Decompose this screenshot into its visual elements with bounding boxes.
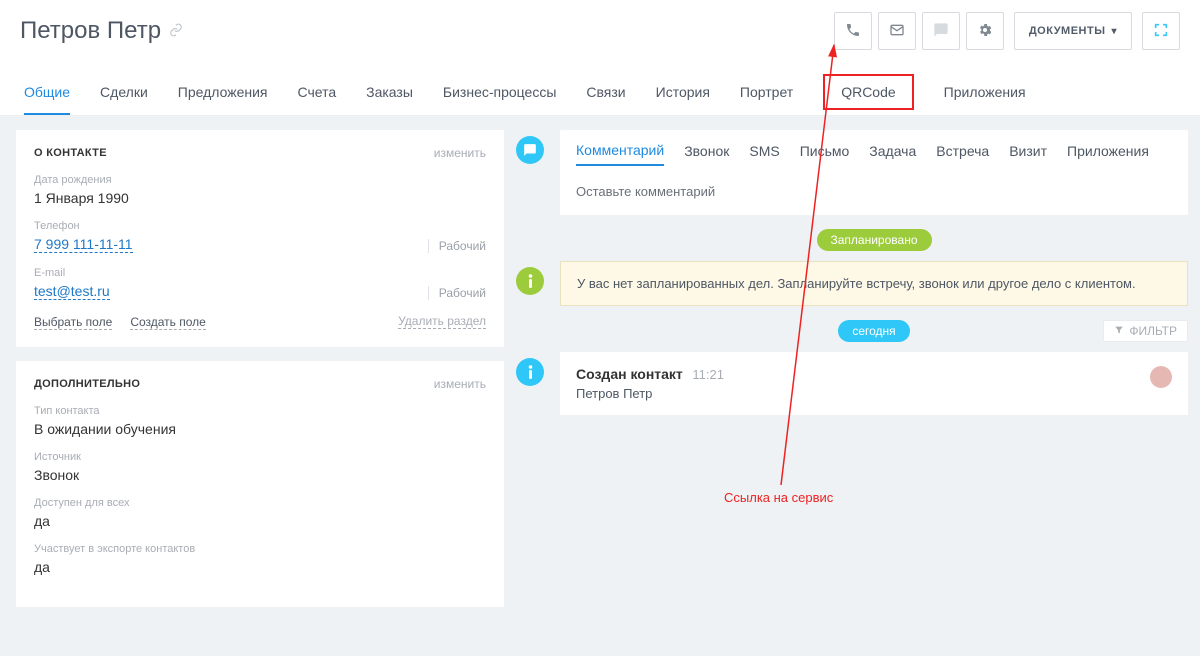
tab-bizproc[interactable]: Бизнес-процессы <box>443 70 556 114</box>
extra-edit[interactable]: изменить <box>434 377 486 391</box>
tab-portrait[interactable]: Портрет <box>740 70 793 114</box>
funnel-icon <box>1114 324 1124 338</box>
extra-card: ДОПОЛНИТЕЛЬНО изменить Тип контакта В ож… <box>16 361 504 607</box>
tab-invoices[interactable]: Счета <box>298 70 337 114</box>
documents-label: ДОКУМЕНТЫ <box>1029 25 1106 37</box>
no-plans-info: У вас нет запланированных дел. Запланиру… <box>560 261 1188 306</box>
compose-box: Комментарий Звонок SMS Письмо Задача Вст… <box>560 130 1188 215</box>
tab-general[interactable]: Общие <box>24 70 70 114</box>
compose-tab-comment[interactable]: Комментарий <box>576 142 664 166</box>
phone-icon <box>845 22 861 41</box>
compose-tab-call[interactable]: Звонок <box>684 143 729 165</box>
about-edit[interactable]: изменить <box>434 146 486 160</box>
compose-input[interactable]: Оставьте комментарий <box>560 174 1188 215</box>
about-card: О КОНТАКТЕ изменить Дата рождения 1 Янва… <box>16 130 504 347</box>
tab-qrcode[interactable]: QRCode <box>823 74 913 110</box>
chat-button[interactable] <box>922 12 960 50</box>
call-button[interactable] <box>834 12 872 50</box>
filter-button[interactable]: ФИЛЬТР <box>1103 320 1188 342</box>
contact-type-value: В ожидании обучения <box>34 421 486 437</box>
phone-value[interactable]: 7 999 111-11-11 <box>34 236 133 253</box>
birth-label: Дата рождения <box>34 174 486 186</box>
source-label: Источник <box>34 451 486 463</box>
fullscreen-button[interactable] <box>1142 12 1180 50</box>
comment-badge-icon <box>516 136 544 164</box>
public-label: Доступен для всех <box>34 497 486 509</box>
tab-orders[interactable]: Заказы <box>366 70 413 114</box>
birth-value: 1 Января 1990 <box>34 190 486 206</box>
source-value: Звонок <box>34 467 486 483</box>
main-tabs: Общие Сделки Предложения Счета Заказы Би… <box>0 68 1200 116</box>
mail-button[interactable] <box>878 12 916 50</box>
tab-apps[interactable]: Приложения <box>944 70 1026 114</box>
chat-icon <box>933 22 949 41</box>
settings-button[interactable] <box>966 12 1004 50</box>
fullscreen-icon <box>1153 22 1169 41</box>
link-icon[interactable] <box>169 23 183 40</box>
phone-type: Рабочий <box>428 239 486 253</box>
export-label: Участвует в экспорте контактов <box>34 543 486 555</box>
compose-tab-sms[interactable]: SMS <box>749 143 779 165</box>
create-field[interactable]: Создать поле <box>130 315 206 330</box>
annotation-text: Ссылка на сервис <box>724 490 833 505</box>
choose-field[interactable]: Выбрать поле <box>34 315 112 330</box>
chevron-down-icon: ▾ <box>1111 26 1117 37</box>
page-title: Петров Петр <box>20 17 161 45</box>
tab-history[interactable]: История <box>656 70 710 114</box>
compose-tab-meeting[interactable]: Встреча <box>936 143 989 165</box>
avatar[interactable] <box>1150 366 1172 388</box>
about-title: О КОНТАКТЕ <box>34 147 107 159</box>
mail-icon <box>889 22 905 41</box>
tab-deals[interactable]: Сделки <box>100 70 148 114</box>
export-value: да <box>34 559 486 575</box>
compose-tab-apps[interactable]: Приложения <box>1067 143 1149 165</box>
timeline-event: Создан контакт 11:21 Петров Петр <box>560 352 1188 415</box>
compose-tab-task[interactable]: Задача <box>869 143 916 165</box>
email-label: E-mail <box>34 267 486 279</box>
public-value: да <box>34 513 486 529</box>
delete-section[interactable]: Удалить раздел <box>398 314 486 329</box>
phone-label: Телефон <box>34 220 486 232</box>
event-time: 11:21 <box>692 367 724 382</box>
contact-type-label: Тип контакта <box>34 405 486 417</box>
email-type: Рабочий <box>428 286 486 300</box>
event-body: Петров Петр <box>576 386 724 401</box>
planned-chip: Запланировано <box>817 229 932 251</box>
compose-tab-mail[interactable]: Письмо <box>800 143 850 165</box>
compose-tab-visit[interactable]: Визит <box>1009 143 1047 165</box>
tab-links[interactable]: Связи <box>586 70 625 114</box>
event-title: Создан контакт <box>576 366 683 382</box>
extra-title: ДОПОЛНИТЕЛЬНО <box>34 378 140 390</box>
today-chip: сегодня <box>838 320 909 342</box>
documents-button[interactable]: ДОКУМЕНТЫ ▾ <box>1014 12 1132 50</box>
filter-label: ФИЛЬТР <box>1129 324 1177 338</box>
event-badge-icon <box>516 358 544 386</box>
tab-offers[interactable]: Предложения <box>178 70 268 114</box>
info-badge-icon <box>516 267 544 295</box>
email-value[interactable]: test@test.ru <box>34 283 110 300</box>
gear-icon <box>977 22 993 41</box>
